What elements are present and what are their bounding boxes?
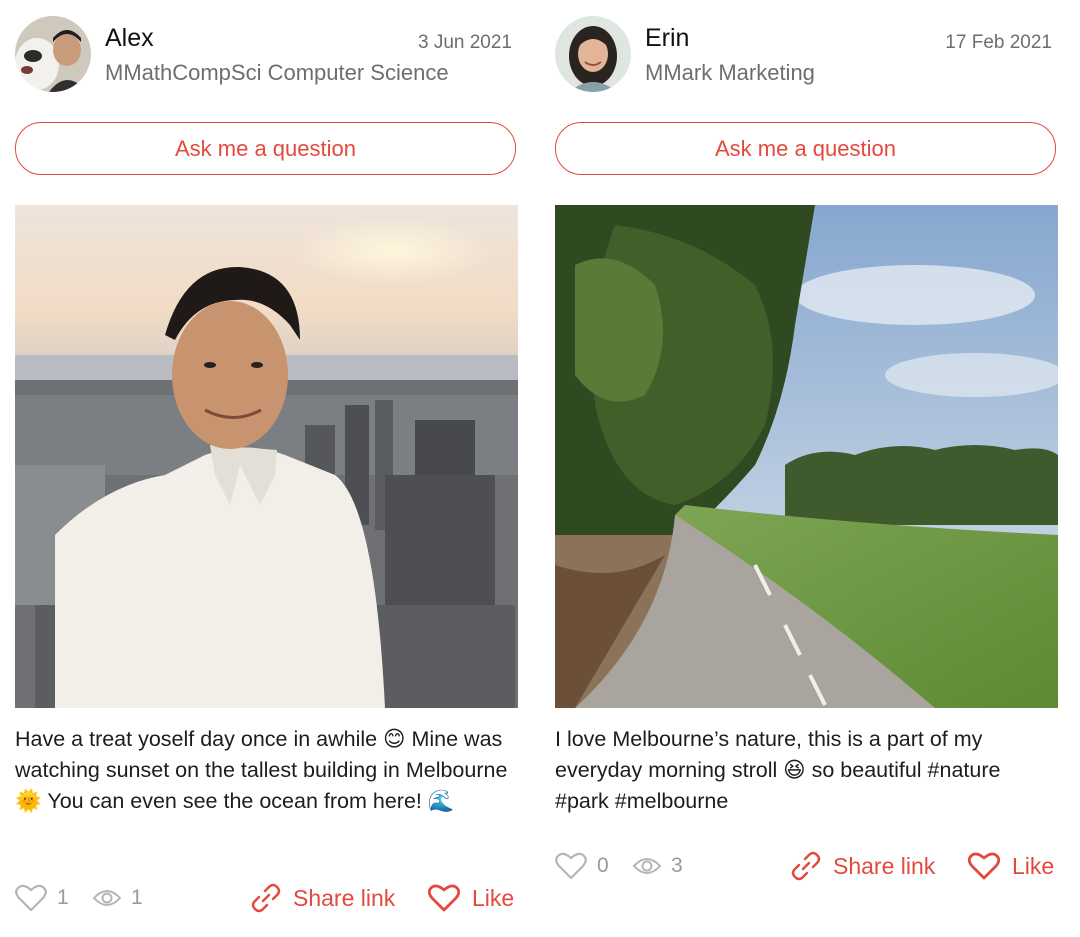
link-icon [791,851,821,881]
author-program: MMathCompSci Computer Science [105,60,449,85]
view-count-value: 1 [131,886,143,909]
like-button[interactable]: Like [968,846,1054,886]
heart-icon [968,852,1000,880]
avatar-image [15,16,91,92]
author-avatar[interactable] [555,16,631,92]
post-feed: Alex 3 Jun 2021 MMathCompSci Computer Sc… [0,0,1080,937]
like-label: Like [1012,852,1055,879]
post-photo[interactable] [555,205,1058,708]
park-path-photo [555,205,1058,708]
post-date: 3 Jun 2021 [417,32,512,53]
view-count-value: 3 [671,854,683,877]
link-icon [251,883,281,913]
post-photo[interactable] [15,205,518,708]
post-card: Alex 3 Jun 2021 MMathCompSci Computer Sc… [15,0,518,913]
like-count-value: 1 [57,886,69,909]
author-name[interactable]: Erin [645,24,689,53]
post-header: Erin 17 Feb 2021 MMark Marketing [555,0,1058,120]
heart-outline-icon [15,884,47,912]
eye-icon [93,890,121,906]
share-link-label: Share link [293,884,396,911]
share-link-button[interactable]: Share link [791,846,935,886]
like-button[interactable]: Like [428,878,514,918]
heart-outline-icon [555,852,587,880]
author-avatar[interactable] [15,16,91,92]
view-count: 1 [93,878,143,918]
like-label: Like [472,884,515,911]
post-actions: 1 1 Share link Like [15,878,518,918]
view-count: 3 [633,846,683,886]
author-program: MMark Marketing [645,60,815,85]
post-caption: Have a treat yoself day once in awhile 😊… [15,727,508,813]
sunset-city-photo [15,205,518,708]
avatar-image [555,16,631,92]
ask-question-button[interactable]: Ask me a question [15,122,516,175]
post-actions: 0 3 Share link Like [555,846,1058,886]
post-header: Alex 3 Jun 2021 MMathCompSci Computer Sc… [15,0,518,120]
eye-icon [633,858,661,874]
like-count-value: 0 [597,854,609,877]
heart-icon [428,884,460,912]
like-count: 1 [15,878,69,918]
post-caption: I love Melbourne’s nature, this is a par… [555,727,1001,813]
ask-question-button[interactable]: Ask me a question [555,122,1056,175]
author-name[interactable]: Alex [105,24,154,53]
post-card: Erin 17 Feb 2021 MMark Marketing Ask me … [555,0,1058,881]
post-date: 17 Feb 2021 [945,32,1052,53]
share-link-label: Share link [833,852,936,879]
like-count: 0 [555,846,609,886]
share-link-button[interactable]: Share link [251,878,395,918]
